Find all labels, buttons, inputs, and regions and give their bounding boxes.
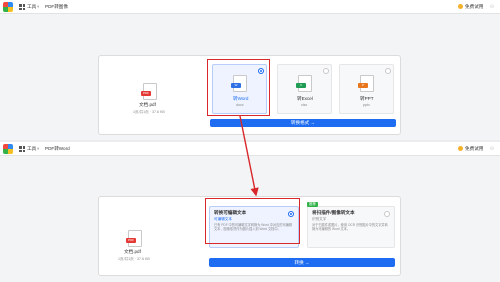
arrow-annotation: [239, 115, 259, 197]
arrow-line: [239, 115, 259, 197]
